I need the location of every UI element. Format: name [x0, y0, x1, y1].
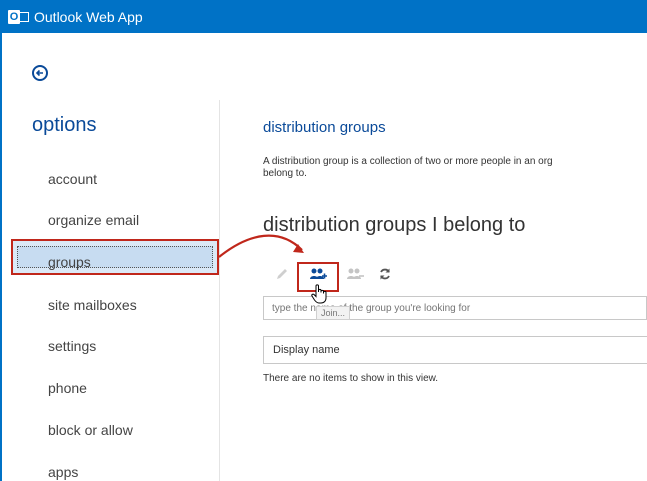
callout-arrow — [218, 234, 304, 258]
hand-cursor-icon — [310, 283, 330, 310]
